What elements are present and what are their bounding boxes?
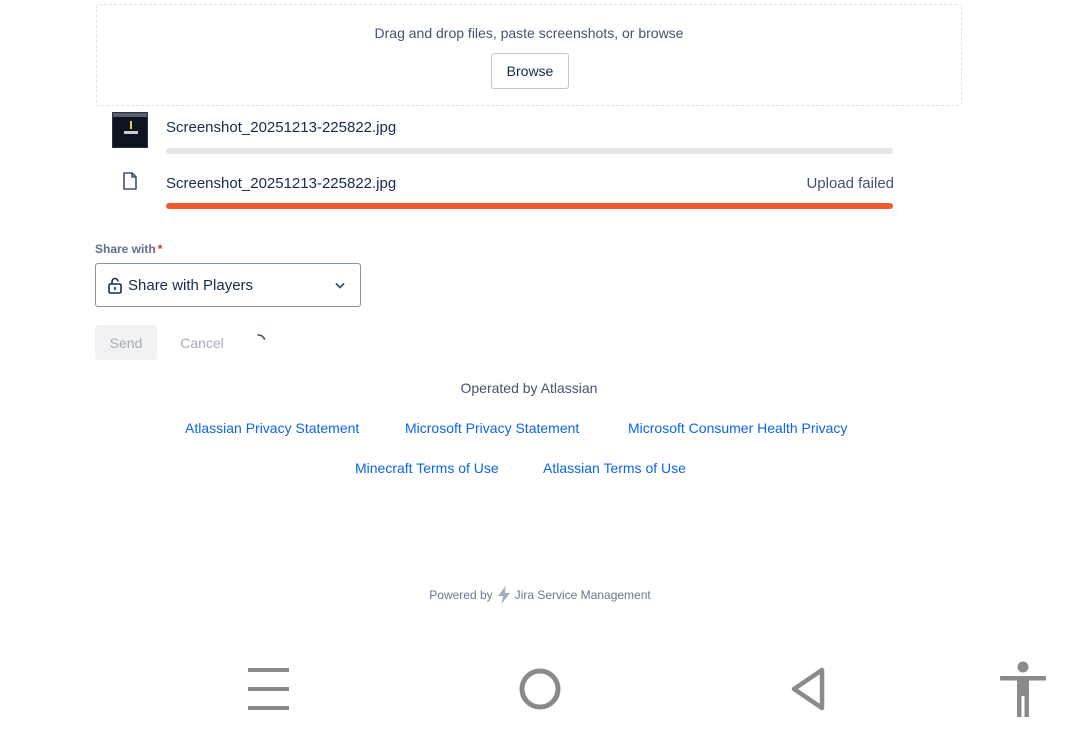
unlock-icon: [108, 277, 122, 294]
atlassian-terms-link[interactable]: Atlassian Terms of Use: [543, 460, 686, 476]
browse-button[interactable]: Browse: [491, 53, 569, 89]
lightning-bolt-icon: [497, 586, 510, 604]
file-dropzone[interactable]: Drag and drop files, paste screenshots, …: [96, 4, 962, 106]
send-button[interactable]: Send: [95, 325, 157, 360]
recent-apps-icon[interactable]: [246, 662, 290, 716]
upload-progress-bar: [166, 203, 893, 209]
powered-by: Powered by Jira Service Management: [0, 586, 1080, 604]
accessibility-icon[interactable]: [998, 660, 1048, 718]
operated-by-text: Operated by Atlassian: [460, 380, 598, 396]
cancel-button[interactable]: Cancel: [164, 325, 240, 360]
file-row: Screenshot_20251213-225822.jpg: [112, 112, 894, 156]
file-row: Screenshot_20251213-225822.jpg Upload fa…: [112, 172, 894, 212]
loading-spinner-icon: [257, 334, 266, 340]
required-marker: *: [157, 242, 163, 256]
page: Drag and drop files, paste screenshots, …: [0, 0, 1080, 746]
upload-failed-status: Upload failed: [806, 175, 894, 192]
share-with-label: Share with *: [95, 242, 162, 256]
chevron-down-icon: [335, 283, 345, 289]
file-name: Screenshot_20251213-225822.jpg: [166, 175, 397, 192]
dropzone-instruction: Drag and drop files, paste screenshots, …: [374, 25, 684, 41]
upload-progress-fill: [166, 203, 893, 209]
powered-by-product: Jira Service Management: [514, 588, 651, 602]
image-thumbnail: [112, 112, 148, 148]
minecraft-terms-link[interactable]: Minecraft Terms of Use: [355, 460, 499, 476]
home-icon[interactable]: [514, 662, 566, 716]
atlassian-privacy-link[interactable]: Atlassian Privacy Statement: [185, 420, 359, 436]
share-with-value: Share with Players: [128, 277, 254, 294]
file-name: Screenshot_20251213-225822.jpg: [166, 119, 397, 136]
microsoft-privacy-link[interactable]: Microsoft Privacy Statement: [405, 420, 579, 436]
share-with-label-text: Share with: [95, 242, 156, 256]
file-icon: [123, 172, 137, 190]
upload-progress-bar: [166, 148, 893, 154]
powered-by-prefix: Powered by: [429, 588, 493, 602]
share-with-select[interactable]: Share with Players: [95, 263, 361, 307]
back-icon[interactable]: [786, 662, 832, 716]
microsoft-health-privacy-link[interactable]: Microsoft Consumer Health Privacy: [628, 420, 847, 436]
